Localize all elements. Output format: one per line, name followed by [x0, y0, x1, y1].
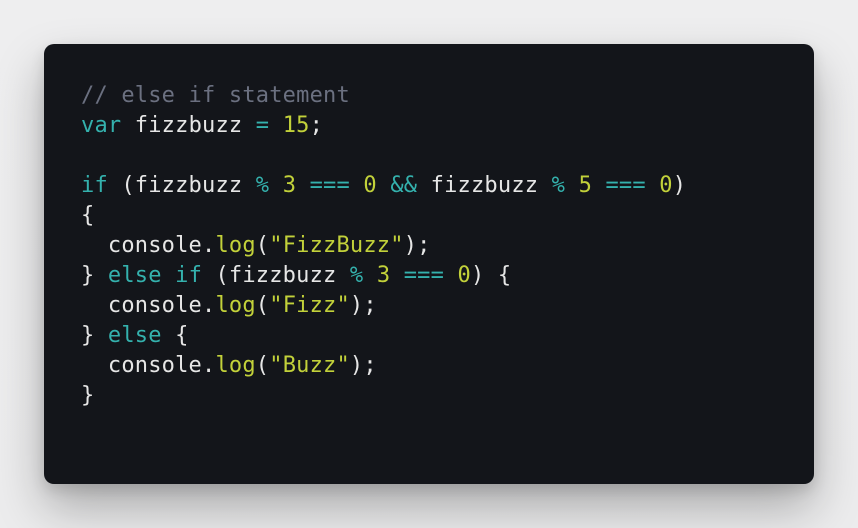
code-token-plain: console. — [81, 233, 216, 258]
code-token-keyword: if — [175, 263, 203, 288]
code-token-number: 0 — [659, 173, 673, 198]
code-token-number: 3 — [282, 173, 297, 198]
code-token-plain: ( — [255, 293, 270, 318]
code-token-plain: console. — [81, 293, 216, 318]
code-block: // else if statement var fizzbuzz = 15; i… — [81, 81, 686, 411]
code-snippet-window: // else if statement var fizzbuzz = 15; i… — [44, 44, 814, 484]
code-token-plain: ( — [255, 233, 270, 258]
code-token-operator: === — [605, 173, 646, 198]
code-token-plain: } — [81, 263, 108, 288]
code-line: } — [81, 381, 686, 411]
code-token-plain: fizzbuzz — [121, 113, 256, 138]
code-token-plain: ) — [672, 173, 687, 198]
code-token-operator: === — [403, 263, 445, 288]
code-token-string: "FizzBuzz" — [269, 233, 404, 258]
code-line: if (fizzbuzz % 3 === 0 && fizzbuzz % 5 =… — [81, 171, 686, 201]
code-token-operator: = — [255, 113, 270, 138]
code-token-keyword: if — [81, 173, 108, 198]
code-token-plain: ); — [349, 353, 377, 378]
code-token-method: log — [215, 233, 256, 258]
code-token-number: 15 — [282, 113, 310, 138]
code-token-operator: === — [309, 173, 350, 198]
code-token-number: 5 — [578, 173, 593, 198]
code-token-plain: ( — [255, 353, 270, 378]
code-token-number: 3 — [376, 263, 391, 288]
code-line: console.log("Fizz"); — [81, 291, 686, 321]
code-token-plain: } — [81, 323, 108, 348]
code-token-keyword: else — [107, 263, 162, 288]
code-token-number: 0 — [457, 263, 471, 288]
code-token-operator: && — [390, 173, 418, 198]
code-line: console.log("FizzBuzz"); — [81, 231, 686, 261]
code-token-plain: ); — [349, 293, 377, 318]
code-line: { — [81, 201, 686, 231]
code-token-plain: console. — [81, 353, 216, 378]
code-token-number: 0 — [363, 173, 377, 198]
code-token-plain: } — [81, 383, 95, 408]
code-token-plain: ; — [309, 113, 324, 138]
code-token-keyword: else — [107, 323, 162, 348]
code-token-plain: fizzbuzz — [417, 173, 552, 198]
code-token-operator: % — [349, 263, 364, 288]
code-line: } else if (fizzbuzz % 3 === 0) { — [81, 261, 686, 291]
code-line: var fizzbuzz = 15; — [81, 111, 686, 141]
code-token-comment: // else if statement — [81, 83, 350, 108]
code-token-operator: % — [551, 173, 566, 198]
code-line: console.log("Buzz"); — [81, 351, 686, 381]
code-token-plain: { — [161, 323, 189, 348]
code-token-plain: { — [81, 203, 95, 228]
code-token-string: "Fizz" — [269, 293, 350, 318]
code-token-string: "Buzz" — [269, 353, 350, 378]
code-token-keyword: var — [81, 113, 122, 138]
code-token-method: log — [215, 293, 256, 318]
code-token-plain: (fizzbuzz — [107, 173, 256, 198]
code-token-plain: ) { — [470, 263, 512, 288]
code-token-plain: (fizzbuzz — [202, 263, 350, 288]
code-token-method: log — [215, 353, 256, 378]
code-token-plain: ); — [403, 233, 431, 258]
code-line: } else { — [81, 321, 686, 351]
code-line: // else if statement — [81, 81, 686, 111]
code-token-operator: % — [255, 173, 270, 198]
